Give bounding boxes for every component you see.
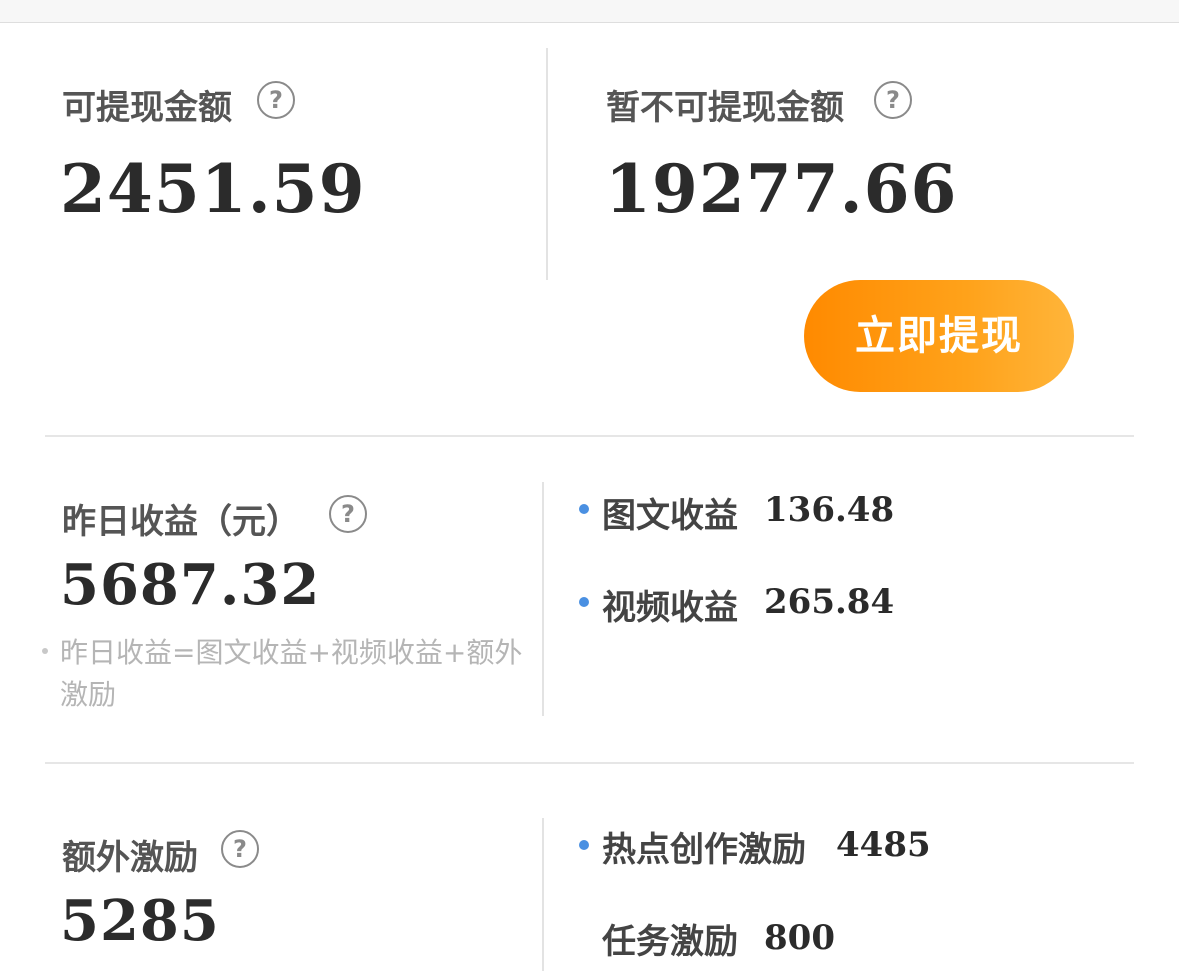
section-divider [45,762,1134,764]
image-text-earnings-value: 136.48 [764,490,895,530]
video-earnings-label: 视频收益 [602,588,738,628]
withdrawable-label: 可提现金额 [62,88,232,128]
top-bar [0,0,1179,23]
withdrawable-amount: 2451.59 [60,150,366,228]
help-circle-icon[interactable]: ? [329,495,367,533]
extra-incentive-amount: 5285 [60,888,220,954]
section-divider [45,435,1134,437]
image-text-earnings-label: 图文收益 [602,496,738,536]
yesterday-earnings-label: 昨日收益（元） [62,502,300,542]
yesterday-earnings-note: 昨日收益=图文收益+视频收益+额外激励 [60,636,523,711]
hot-creation-incentive-label: 热点创作激励 [602,830,806,870]
vertical-divider [542,482,544,716]
help-circle-icon[interactable]: ? [257,81,295,119]
not-withdrawable-label: 暂不可提现金额 [606,88,844,128]
withdraw-now-button[interactable]: 立即提现 [804,280,1074,392]
yesterday-earnings-amount: 5687.32 [60,552,321,618]
bullet-dot-icon [579,840,589,850]
help-circle-icon[interactable]: ? [221,830,259,868]
bullet-dot-icon [579,597,589,607]
bullet-dot-icon [579,504,589,514]
hot-creation-incentive-value: 4485 [836,825,931,865]
task-incentive-value: 800 [764,918,835,958]
vertical-divider [546,48,548,280]
vertical-divider [542,818,544,971]
extra-incentive-label: 额外激励 [62,838,198,878]
video-earnings-value: 265.84 [764,582,895,622]
help-circle-icon[interactable]: ? [874,81,912,119]
bullet-dot-icon [42,648,48,654]
task-incentive-label: 任务激励 [602,922,738,962]
not-withdrawable-amount: 19277.66 [605,150,958,228]
